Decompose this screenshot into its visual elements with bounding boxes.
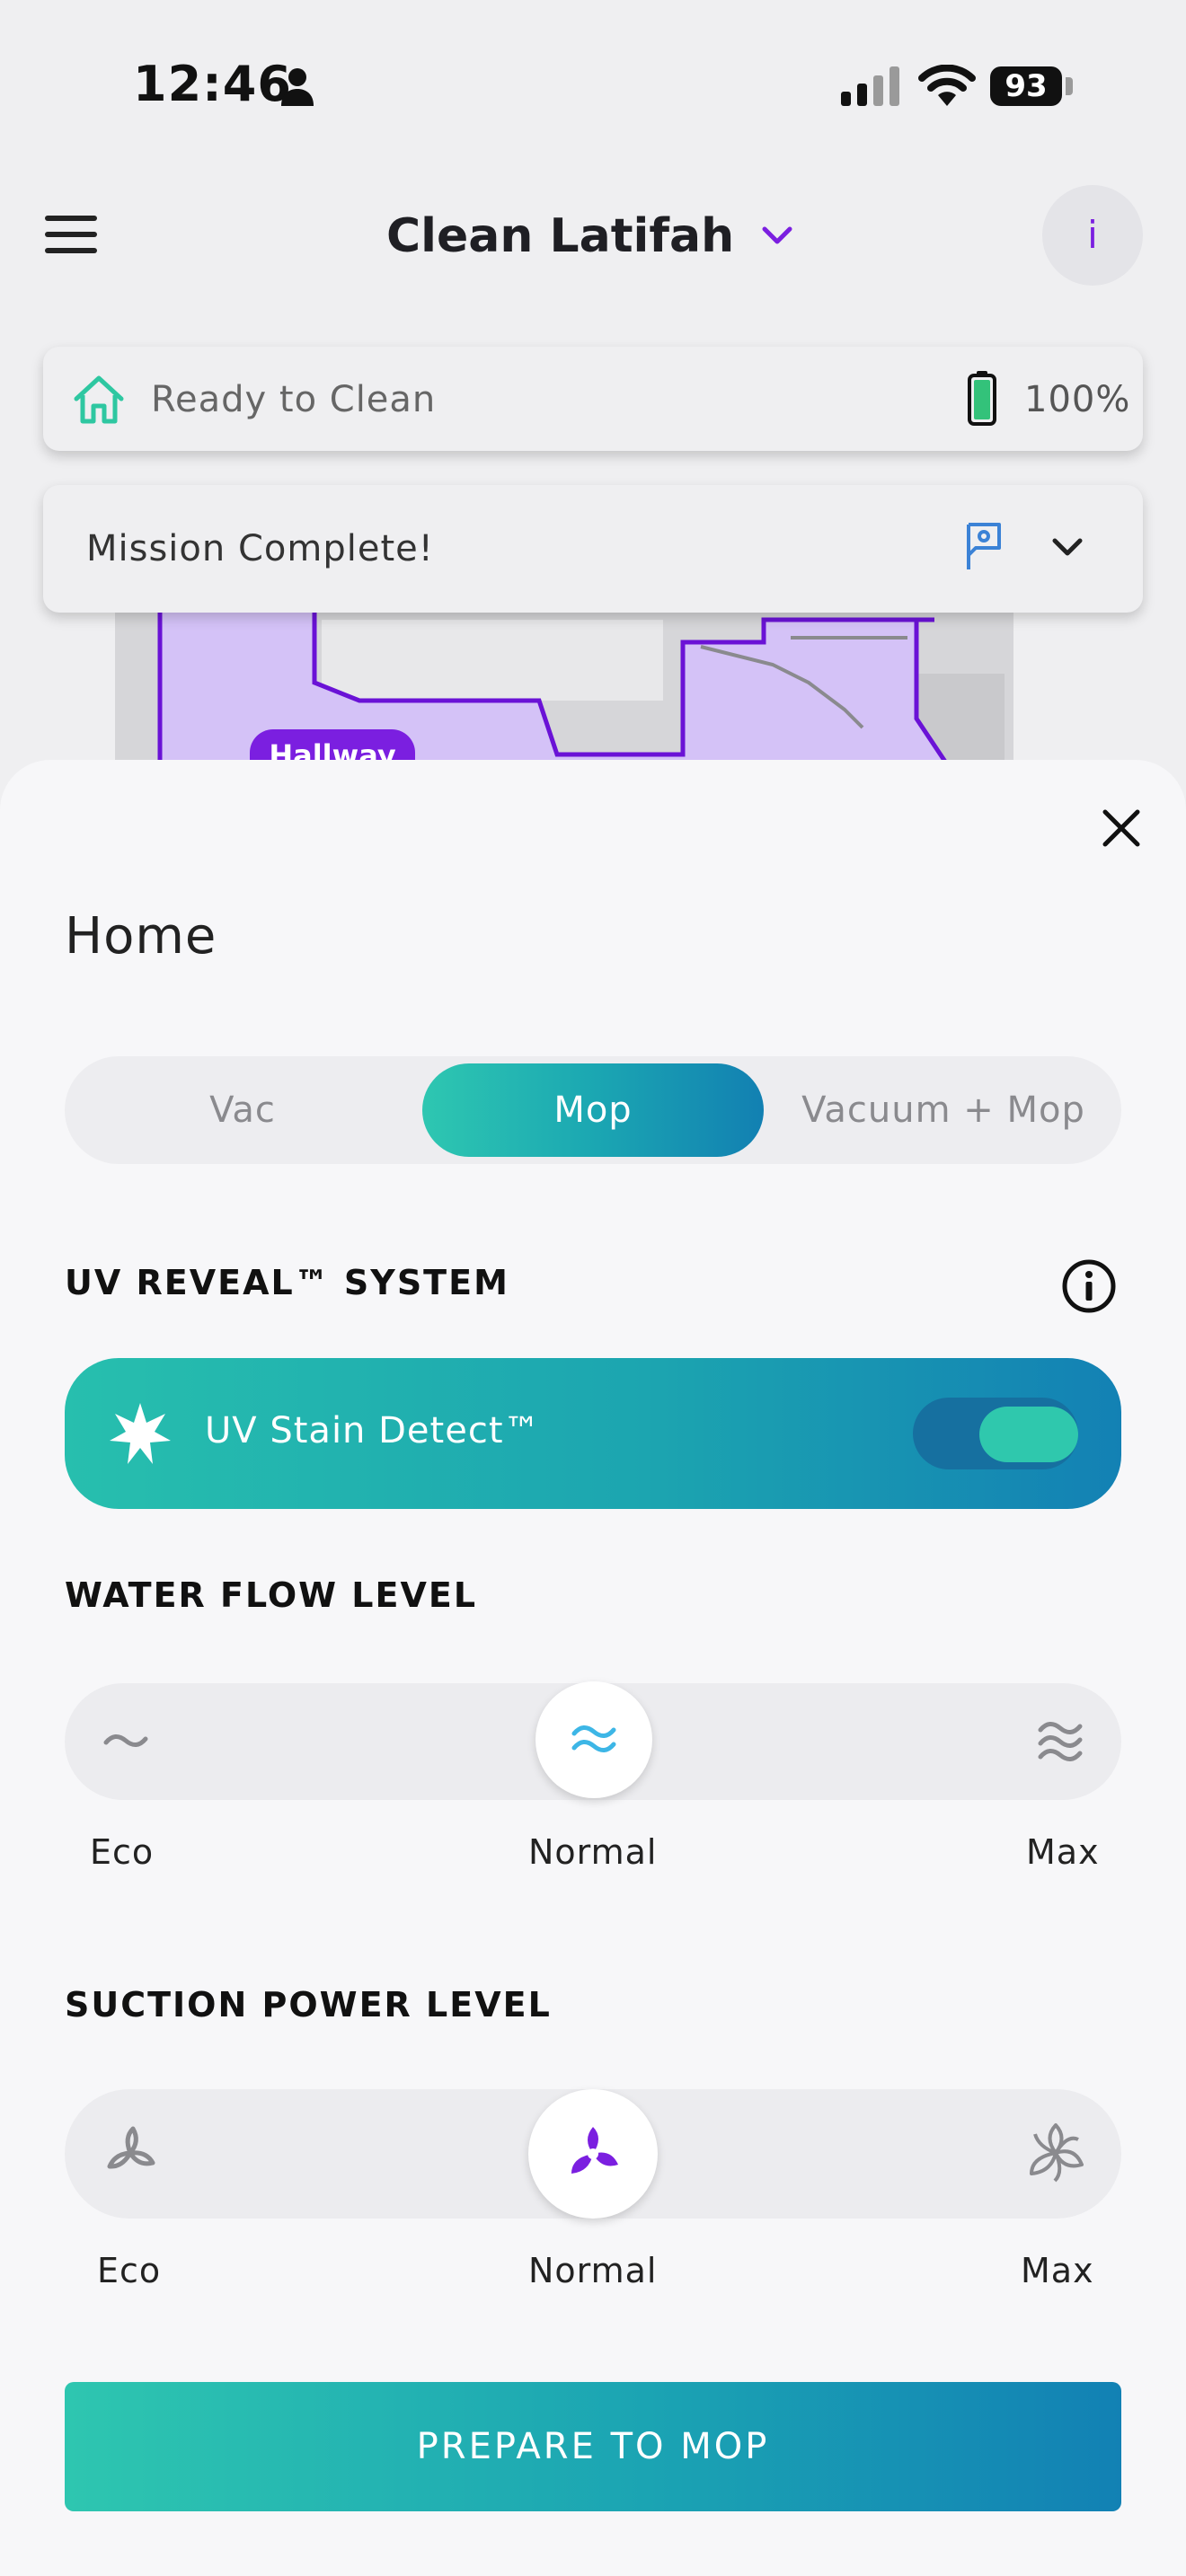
uv-stain-detect-toggle[interactable] xyxy=(913,1398,1078,1469)
floor-map[interactable]: Hallway xyxy=(0,593,1186,772)
map-svg: Hallway xyxy=(115,593,1013,772)
cellular-signal-icon xyxy=(841,66,899,106)
uv-stain-detect-row: UV Stain Detect™ xyxy=(65,1358,1121,1509)
suction-normal-label[interactable]: Normal xyxy=(528,2251,658,2290)
sparkle-icon xyxy=(110,1403,171,1464)
water-eco-label[interactable]: Eco xyxy=(90,1832,154,1872)
suction-max-label[interactable]: Max xyxy=(1021,2251,1094,2290)
suction-power-knob[interactable] xyxy=(528,2089,658,2219)
water-eco-icon[interactable] xyxy=(101,1726,151,1755)
uv-section-label: UV REVEAL™ SYSTEM xyxy=(65,1263,509,1302)
ready-status-card: Ready to Clean 100% xyxy=(43,347,1143,451)
hamburger-menu-icon[interactable] xyxy=(43,212,101,257)
water-flow-slider[interactable] xyxy=(65,1681,1121,1800)
robot-battery-percent: 100% xyxy=(1024,379,1131,420)
water-normal-label[interactable]: Normal xyxy=(528,1832,658,1872)
mode-vac-tab[interactable]: Vac xyxy=(65,1056,420,1164)
water-flow-knob[interactable] xyxy=(535,1681,652,1798)
fan-normal-icon xyxy=(571,2127,618,2174)
chevron-down-icon xyxy=(762,226,792,244)
wifi-icon xyxy=(918,65,976,106)
toggle-knob xyxy=(979,1407,1078,1462)
robot-selector[interactable]: Clean Latifah xyxy=(386,205,795,268)
battery-tip xyxy=(1066,77,1073,95)
prepare-to-mop-button[interactable]: PREPARE TO MOP xyxy=(65,2382,1121,2511)
home-icon xyxy=(74,375,124,424)
robot-battery-icon xyxy=(968,371,996,426)
mode-mop-tab[interactable]: Mop xyxy=(422,1063,764,1157)
map-pin-icon[interactable] xyxy=(963,521,1005,571)
clean-mode-selector: Vac Mop Vacuum + Mop xyxy=(65,1056,1121,1164)
water-flow-section-label: WATER FLOW LEVEL xyxy=(65,1575,478,1615)
mission-status-text: Mission Complete! xyxy=(86,528,434,569)
status-bar: 12:46 93 xyxy=(0,0,1186,171)
info-icon[interactable] xyxy=(1060,1257,1118,1315)
robot-info-button[interactable]: i xyxy=(1042,185,1143,286)
chevron-down-icon[interactable] xyxy=(1049,535,1085,559)
water-max-label[interactable]: Max xyxy=(1026,1832,1100,1872)
fan-max-icon[interactable] xyxy=(1024,2122,1087,2184)
uv-stain-detect-label: UV Stain Detect™ xyxy=(205,1410,541,1451)
sheet-title: Home xyxy=(65,907,217,966)
status-time: 12:46 xyxy=(133,56,292,112)
ready-status-text: Ready to Clean xyxy=(151,379,437,420)
suction-power-slider[interactable] xyxy=(65,2089,1121,2219)
mode-vacuum-mop-tab[interactable]: Vacuum + Mop xyxy=(766,1056,1121,1164)
battery-indicator: 93 xyxy=(990,66,1062,106)
clean-settings-sheet: Home Vac Mop Vacuum + Mop UV REVEAL™ SYS… xyxy=(0,760,1186,2576)
water-normal-icon xyxy=(571,1725,616,1752)
fan-eco-icon[interactable] xyxy=(101,2123,160,2183)
close-icon[interactable] xyxy=(1100,807,1143,850)
water-max-icon[interactable] xyxy=(1035,1719,1085,1766)
suction-eco-label[interactable]: Eco xyxy=(97,2251,161,2290)
person-icon xyxy=(281,68,314,106)
mission-status-card[interactable]: Mission Complete! xyxy=(43,485,1143,613)
suction-section-label: SUCTION POWER LEVEL xyxy=(65,1985,552,2025)
page-title: Clean Latifah xyxy=(386,209,735,263)
